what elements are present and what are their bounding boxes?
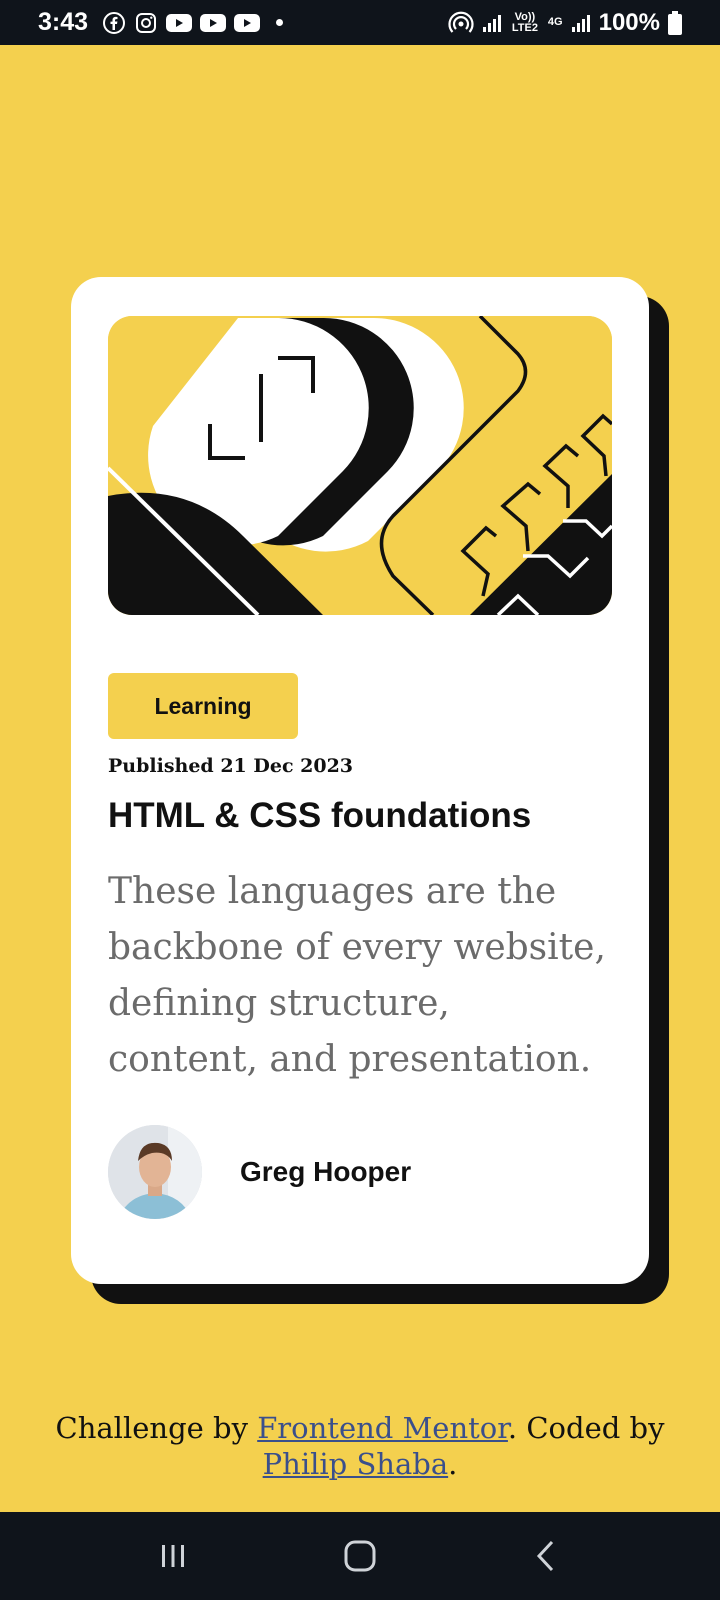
attribution: Challenge by Frontend Mentor. Coded by P… — [10, 1410, 710, 1482]
navigation-bar — [0, 1512, 720, 1600]
attribution-middle: . Coded by — [507, 1411, 665, 1445]
signal-icon — [482, 13, 502, 33]
status-left: 3:43 — [38, 8, 284, 37]
youtube-icon — [166, 13, 193, 33]
home-icon — [344, 1540, 376, 1572]
home-button[interactable] — [330, 1526, 390, 1586]
recent-apps-button[interactable] — [143, 1526, 203, 1586]
attribution-suffix: . — [448, 1447, 458, 1481]
author: Greg Hooper — [108, 1125, 411, 1219]
back-icon — [536, 1540, 553, 1572]
clock: 3:43 — [38, 8, 89, 36]
card-title[interactable]: HTML & CSS foundations — [108, 796, 531, 836]
more-notifications-dot-icon — [276, 19, 284, 26]
attribution-prefix: Challenge by — [55, 1411, 258, 1445]
battery-percent: 100% — [598, 8, 660, 36]
youtube-icon — [200, 13, 227, 33]
volte-label: Vo)) LTE2 — [511, 10, 538, 34]
category-tag[interactable]: Learning — [108, 673, 298, 739]
hero-illustration — [108, 316, 612, 615]
frontend-mentor-link[interactable]: Frontend Mentor — [257, 1411, 508, 1445]
card-description: These languages are the backbone of ever… — [108, 871, 606, 1080]
author-link[interactable]: Philip Shaba — [263, 1447, 448, 1481]
status-right: Vo)) LTE2 4G 100% — [448, 9, 682, 37]
published-date: Published 21 Dec 2023 — [108, 755, 354, 777]
hotspot-icon — [448, 10, 474, 36]
status-bar: 3:43 Vo)) LTE2 4G 100% — [0, 0, 720, 45]
signal-icon — [571, 13, 591, 33]
avatar — [108, 1125, 202, 1219]
battery-icon — [668, 10, 682, 35]
blog-card: Learning Published 21 Dec 2023 HTML & CS… — [71, 277, 649, 1284]
instagram-icon — [134, 11, 158, 35]
facebook-icon — [102, 11, 126, 35]
network-type-label: 4G — [547, 16, 563, 28]
recent-apps-icon — [162, 1545, 185, 1567]
back-button[interactable] — [517, 1526, 577, 1586]
author-name: Greg Hooper — [240, 1156, 412, 1187]
youtube-icon — [234, 13, 261, 33]
